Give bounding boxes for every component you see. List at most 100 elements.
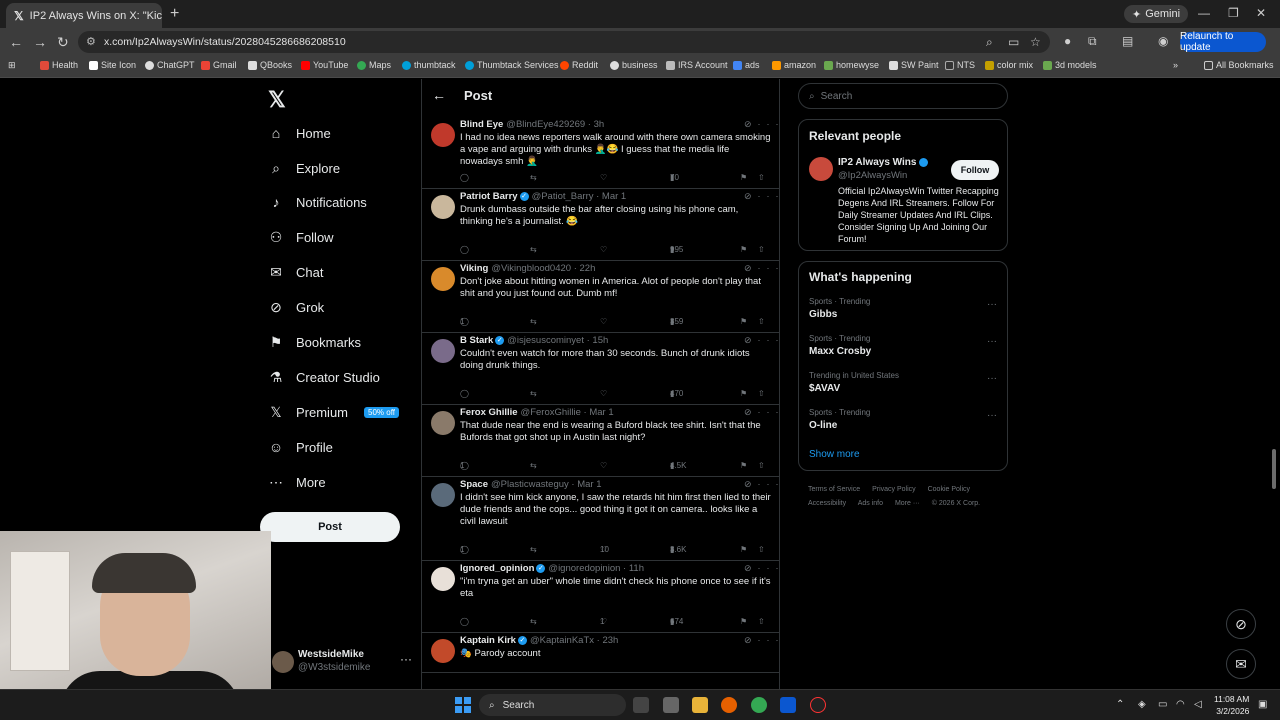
nav-more[interactable]: ⋯ More bbox=[268, 467, 326, 497]
nav-bookmarks[interactable]: ⚑ Bookmarks bbox=[268, 327, 361, 357]
footer-link[interactable]: Ads info bbox=[858, 500, 883, 507]
author-handle[interactable]: @isjesuscominyet bbox=[507, 335, 584, 346]
bookmark-health[interactable]: Health bbox=[40, 60, 78, 70]
chrome-icon[interactable] bbox=[751, 697, 767, 713]
bookmark-chatgpt[interactable]: ChatGPT bbox=[145, 60, 195, 70]
reply-time[interactable]: · Mar 1 bbox=[584, 407, 614, 418]
nav-home[interactable]: ⌂ Home bbox=[268, 118, 331, 148]
more-icon[interactable]: ··· bbox=[400, 652, 412, 666]
reply-time[interactable]: · 22h bbox=[574, 263, 596, 274]
zoom-icon[interactable]: ⌕ bbox=[986, 35, 993, 50]
more-icon[interactable]: ··· bbox=[758, 191, 785, 201]
x-logo-icon[interactable]: 𝕏 bbox=[268, 87, 286, 113]
author-handle[interactable]: @Plasticwasteguy bbox=[491, 479, 569, 490]
bookmark-thumbtack[interactable]: thumbtack bbox=[402, 60, 456, 70]
bookmark-maps[interactable]: Maps bbox=[357, 60, 391, 70]
bookmark-gmail[interactable]: Gmail bbox=[201, 60, 237, 70]
browser-tab[interactable]: 𝕏 IP2 Always Wins on X: "Kick Sh ✕ bbox=[6, 3, 162, 28]
search-input[interactable]: ⌕ Search bbox=[798, 83, 1008, 109]
grok-icon[interactable]: ⊘ bbox=[744, 407, 758, 417]
reply-time[interactable]: · 23h bbox=[597, 635, 619, 646]
author-handle[interactable]: @BlindEye429269 bbox=[506, 119, 585, 130]
more-icon[interactable]: ··· bbox=[758, 479, 785, 489]
nav-premium[interactable]: 𝕏 Premium 50% off bbox=[268, 397, 399, 427]
trend-item[interactable]: Trending in United States $AVAV ··· bbox=[809, 371, 999, 401]
bookmark-qbooks[interactable]: QBooks bbox=[248, 60, 292, 70]
trend-item[interactable]: Sports · Trending O-line ··· bbox=[809, 408, 999, 438]
footer-link[interactable]: Terms of Service bbox=[808, 486, 860, 493]
bookmark-sw-paint[interactable]: SW Paint bbox=[889, 60, 939, 70]
site-info-icon[interactable]: ⚙ bbox=[86, 35, 96, 48]
grok-icon[interactable]: ⊘ bbox=[744, 191, 758, 201]
bookmark-thumbtack-services[interactable]: Thumbtack Services bbox=[465, 60, 559, 70]
author-handle[interactable]: @ignoredopinion bbox=[548, 563, 620, 574]
bookmark-youtube[interactable]: YouTube bbox=[301, 60, 348, 70]
more-icon[interactable]: ··· bbox=[987, 336, 997, 347]
trend-item[interactable]: Sports · Trending Maxx Crosby ··· bbox=[809, 334, 999, 364]
all-bookmarks[interactable]: All Bookmarks bbox=[1204, 60, 1274, 70]
task-view-icon[interactable] bbox=[633, 697, 649, 713]
more-icon[interactable]: ··· bbox=[758, 335, 785, 345]
reply-item[interactable]: Viking @Vikingblood0420 · 22h ⊘··· Don't jo… bbox=[422, 261, 779, 333]
profile-icon[interactable]: ◉ bbox=[1158, 34, 1168, 48]
author-name[interactable]: Ignored_opinion bbox=[460, 563, 534, 574]
more-icon[interactable]: ··· bbox=[758, 407, 785, 417]
bookmark-site-icon[interactable]: Site Icon bbox=[89, 60, 136, 70]
back-arrow-icon[interactable]: ← bbox=[432, 87, 446, 103]
more-icon[interactable]: ··· bbox=[758, 563, 785, 573]
extension-icon[interactable]: ● bbox=[1064, 34, 1071, 48]
tray-chevron-icon[interactable]: ⌃ bbox=[1116, 699, 1124, 710]
notification-icon[interactable]: ▣ bbox=[1258, 699, 1267, 710]
trend-item[interactable]: Sports · Trending Gibbs ··· bbox=[809, 297, 999, 327]
back-icon[interactable]: ← bbox=[9, 34, 23, 50]
chevron-right-icon[interactable]: » bbox=[1173, 60, 1178, 70]
bookmark-irs[interactable]: IRS Account bbox=[666, 60, 728, 70]
grok-icon[interactable]: ⊘ bbox=[744, 119, 758, 129]
mail-icon[interactable]: ✉ bbox=[1226, 649, 1256, 679]
reply-time[interactable]: · Mar 1 bbox=[596, 191, 626, 202]
reply-item[interactable]: Blind Eye @BlindEye429269 · 3h ⊘··· I had n… bbox=[422, 117, 779, 189]
author-name[interactable]: Viking bbox=[460, 263, 488, 274]
more-icon[interactable]: ··· bbox=[987, 373, 997, 384]
app-tray-icon[interactable]: ◈ bbox=[1138, 699, 1146, 710]
reply-item[interactable]: Patriot Barry ✓ @Patiot_Barry · Mar 1 ⊘··· D… bbox=[422, 189, 779, 261]
author-name[interactable]: Patriot Barry bbox=[460, 191, 518, 202]
nav-profile[interactable]: ☺ Profile bbox=[268, 432, 333, 462]
post-button[interactable]: Post bbox=[260, 512, 400, 542]
grok-icon[interactable]: ⊘ bbox=[744, 635, 758, 645]
author-handle[interactable]: @FeroxGhillie bbox=[521, 407, 581, 418]
author-name[interactable]: B Stark bbox=[460, 335, 493, 346]
volume-icon[interactable]: ◁ bbox=[1194, 699, 1202, 710]
notepad-icon[interactable] bbox=[663, 697, 679, 713]
app-icon[interactable] bbox=[780, 697, 796, 713]
bookmark-color-mix[interactable]: color mix bbox=[985, 60, 1033, 70]
nav-chat[interactable]: ✉ Chat bbox=[268, 257, 323, 287]
reply-time[interactable]: · 15h bbox=[587, 335, 609, 346]
grok-icon[interactable]: ⊘ bbox=[744, 479, 758, 489]
avatar[interactable] bbox=[431, 639, 455, 663]
grok-icon[interactable]: ⊘ bbox=[1226, 609, 1256, 639]
more-icon[interactable]: ··· bbox=[987, 410, 997, 421]
author-handle[interactable]: @Patiot_Barry bbox=[532, 191, 594, 202]
avatar[interactable] bbox=[809, 157, 833, 181]
more-icon[interactable]: ··· bbox=[758, 119, 785, 129]
firefox-icon[interactable] bbox=[721, 697, 737, 713]
address-bar[interactable]: ⚙ x.com/Ip2AlwaysWin/status/202804528668… bbox=[78, 31, 1050, 53]
apps-icon[interactable]: ⊞ bbox=[8, 60, 16, 71]
avatar[interactable] bbox=[431, 411, 455, 435]
grok-icon[interactable]: ⊘ bbox=[744, 563, 758, 573]
network-icon[interactable]: ▭ bbox=[1158, 699, 1167, 710]
nav-creator-studio[interactable]: ⚗ Creator Studio bbox=[268, 362, 380, 392]
nav-explore[interactable]: ⌕ Explore bbox=[268, 153, 340, 183]
gemini-button[interactable]: ✦ Gemini bbox=[1124, 5, 1189, 23]
reply-item[interactable]: B Stark ✓ @isjesuscominyet · 15h ⊘··· Couldn… bbox=[422, 333, 779, 405]
nav-notifications[interactable]: ♪ Notifications bbox=[268, 187, 367, 217]
bookmark-reddit[interactable]: Reddit bbox=[560, 60, 598, 70]
bookmark-ads[interactable]: ads bbox=[733, 60, 760, 70]
reply-item[interactable]: Space @Plasticwasteguy · Mar 1 ⊘··· I didn'… bbox=[422, 477, 779, 561]
avatar[interactable] bbox=[431, 483, 455, 507]
person-name[interactable]: IP2 Always Wins bbox=[838, 157, 929, 168]
restore-icon[interactable]: ❐ bbox=[1228, 6, 1239, 20]
bookmark-homewyse[interactable]: homewyse bbox=[824, 60, 879, 70]
avatar[interactable] bbox=[431, 195, 455, 219]
